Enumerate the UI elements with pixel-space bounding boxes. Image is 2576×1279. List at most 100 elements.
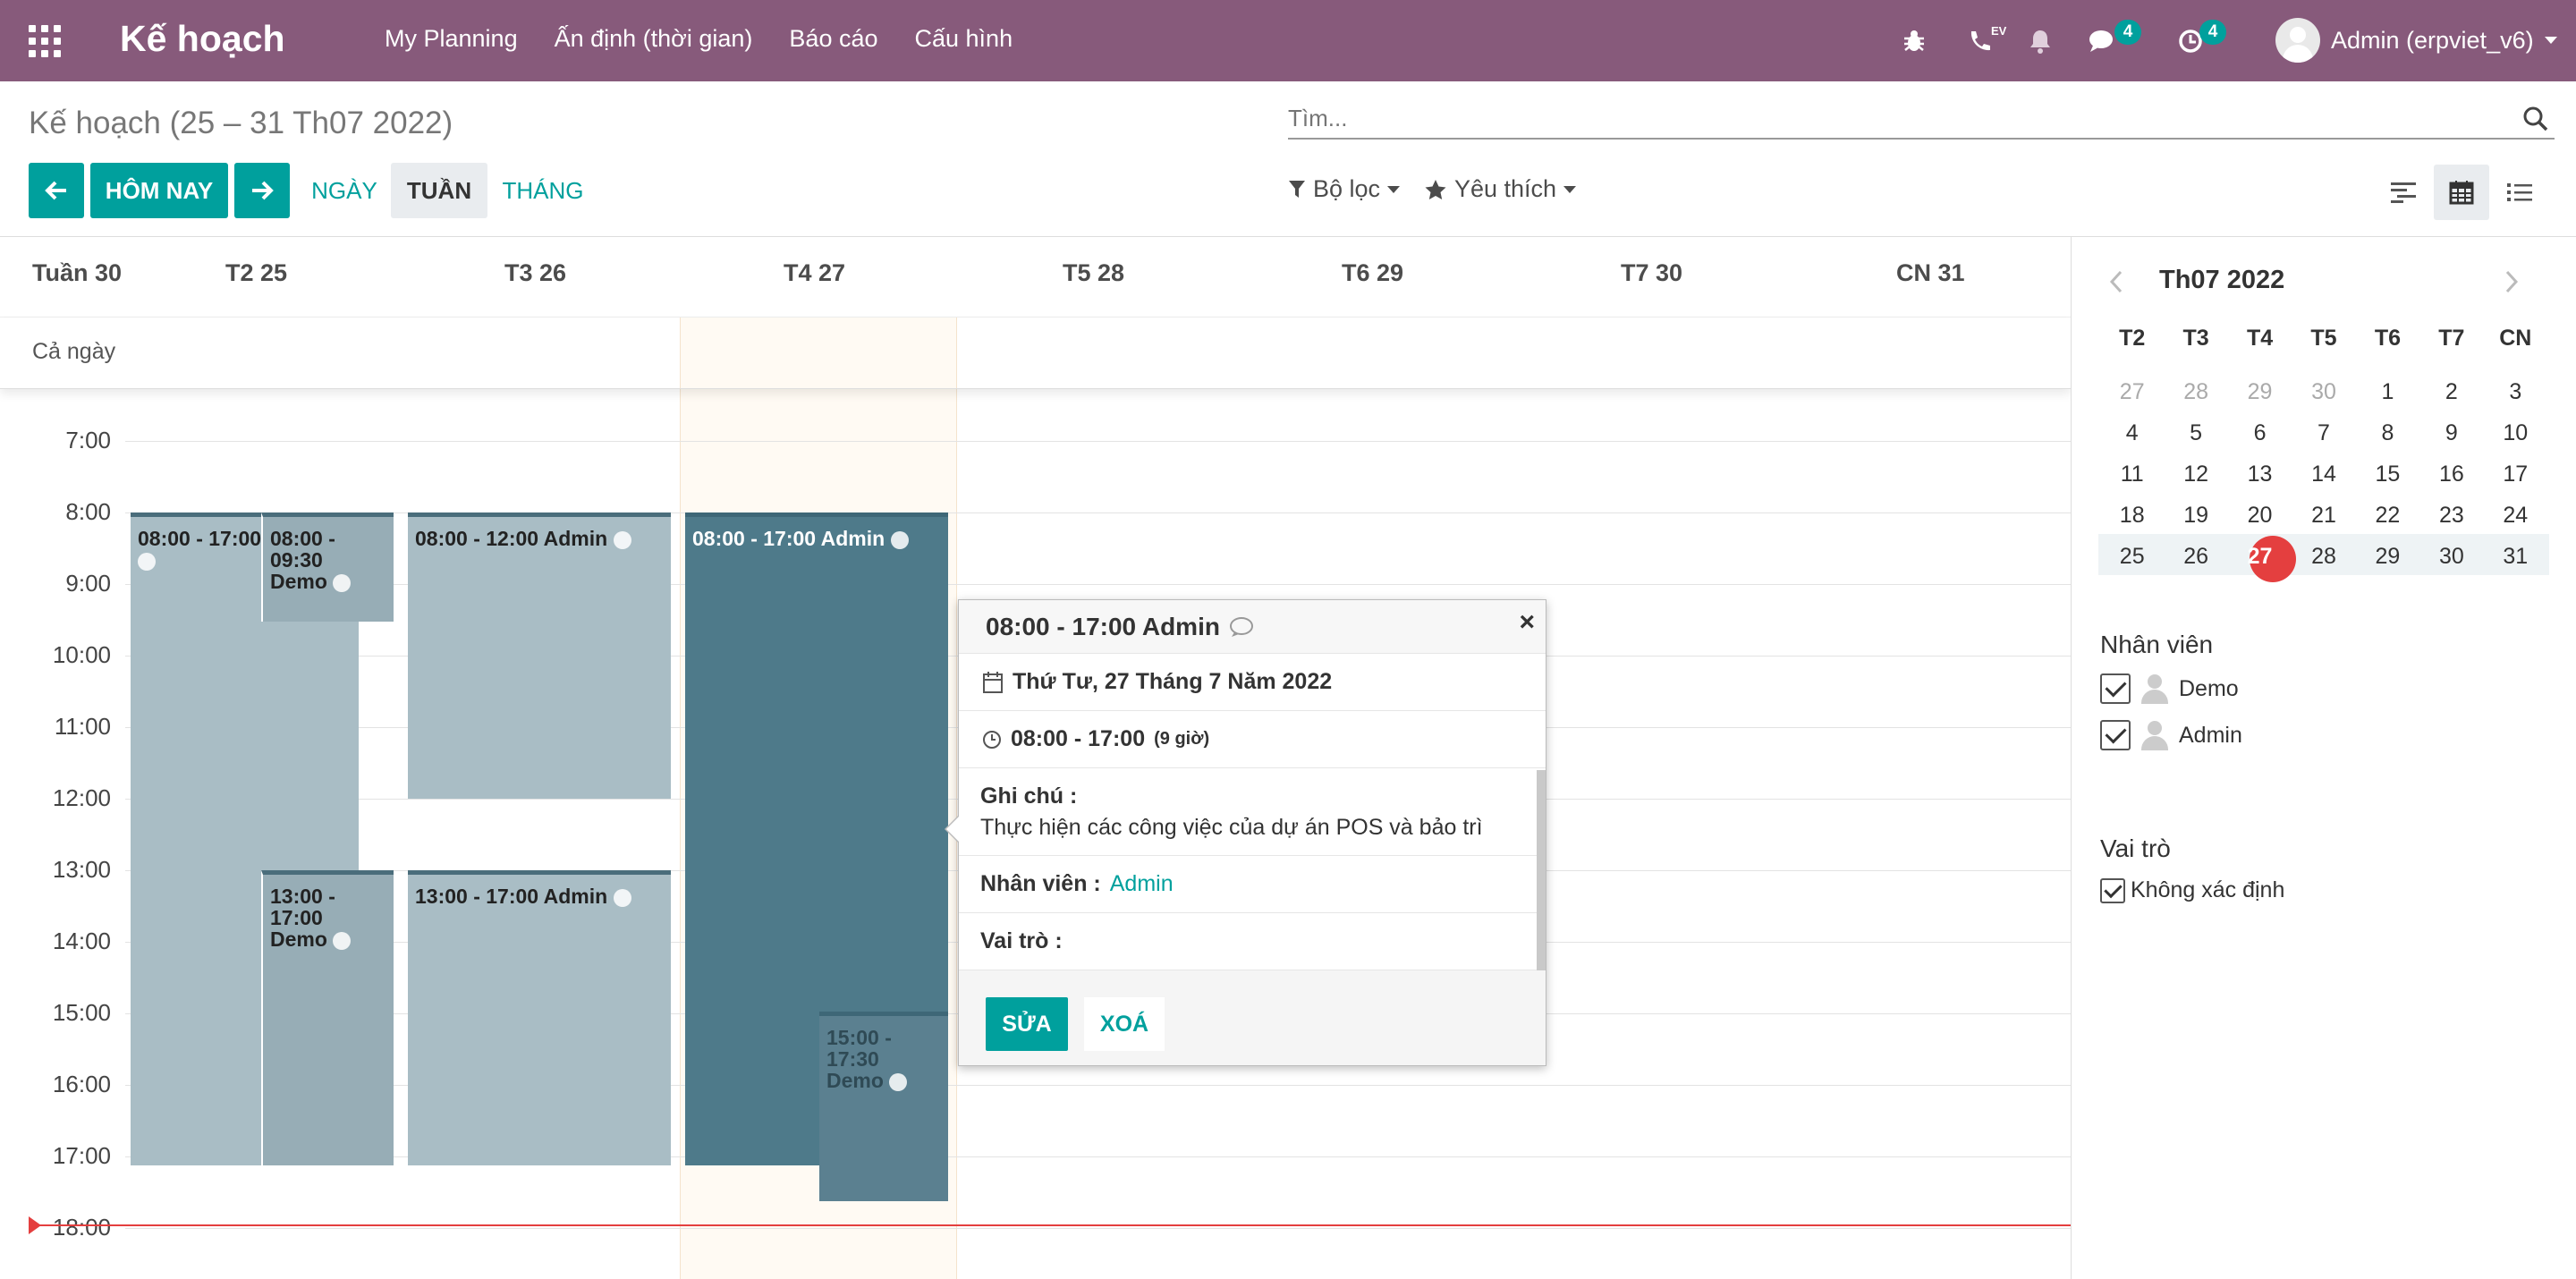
popover-employee-link[interactable]: Admin	[1110, 871, 1174, 897]
day-header-mon[interactable]: T2 25	[225, 259, 287, 287]
popover-employee-label: Nhân viên :	[980, 871, 1101, 896]
mini-day[interactable]: 13	[2228, 453, 2292, 495]
day-header-thu[interactable]: T5 28	[1063, 259, 1124, 287]
view-list-button[interactable]	[2492, 165, 2547, 220]
employee-filter-demo[interactable]: Demo	[2100, 673, 2239, 704]
mini-day[interactable]: 31	[2484, 536, 2547, 577]
mini-day[interactable]: 1	[2356, 371, 2419, 412]
activity-clock-icon[interactable]	[2177, 0, 2204, 81]
arrow-left-icon	[45, 181, 66, 200]
voip-phone-icon[interactable]: EV	[1966, 0, 2006, 81]
event-mon-demo-am[interactable]: 08:00 - 09:30 Demo	[261, 512, 394, 622]
filter-dropdown[interactable]: Bộ lọc	[1288, 175, 1401, 203]
mini-day[interactable]: 22	[2356, 495, 2419, 536]
day-header-fri[interactable]: T6 29	[1342, 259, 1403, 287]
mini-day[interactable]: 27	[2228, 536, 2292, 577]
mini-weekday: T7	[2438, 326, 2465, 351]
messages-chat-icon[interactable]	[2088, 0, 2118, 81]
day-header-sun[interactable]: CN 31	[1896, 259, 1965, 287]
search-input[interactable]	[1288, 100, 2487, 136]
mini-day[interactable]: 17	[2484, 453, 2547, 495]
debug-bug-icon[interactable]	[1901, 0, 1928, 81]
popover-scrollbar[interactable]	[1537, 770, 1546, 980]
mini-day[interactable]: 30	[2419, 536, 2483, 577]
week-number: Tuần 30	[32, 259, 123, 286]
mini-day[interactable]: 12	[2164, 453, 2227, 495]
mini-day[interactable]: 2	[2419, 371, 2483, 412]
day-header-sat[interactable]: T7 30	[1621, 259, 1682, 287]
previous-button[interactable]	[29, 163, 84, 218]
notification-bell-icon[interactable]	[2027, 0, 2054, 81]
hour-label: 9:00	[65, 570, 111, 597]
mini-day[interactable]: 16	[2419, 453, 2483, 495]
menu-schedule[interactable]: Ấn định (thời gian)	[555, 25, 753, 53]
mini-day[interactable]: 28	[2292, 536, 2355, 577]
event-wed-demo[interactable]: 15:00 - 17:30 Demo	[819, 1012, 948, 1201]
employee-admin-checkbox[interactable]	[2100, 720, 2131, 750]
mini-day[interactable]: 23	[2419, 495, 2483, 536]
mini-day[interactable]: 21	[2292, 495, 2355, 536]
popover-edit-button[interactable]: SỬA	[986, 997, 1068, 1051]
mini-day[interactable]: 29	[2356, 536, 2419, 577]
search-icon[interactable]	[2522, 106, 2549, 132]
mini-day[interactable]: 28	[2164, 371, 2227, 412]
employee-filter-admin[interactable]: Admin	[2100, 720, 2242, 750]
popover-time-row: 08:00 - 17:00 (9 giờ)	[959, 711, 1546, 768]
mini-day[interactable]: 20	[2228, 495, 2292, 536]
user-icon	[2140, 673, 2170, 704]
menu-configuration[interactable]: Cấu hình	[915, 25, 1013, 53]
mini-day[interactable]: 26	[2164, 536, 2227, 577]
event-tue-am[interactable]: 08:00 - 12:00 Admin	[408, 512, 671, 799]
mini-day[interactable]: 14	[2292, 453, 2355, 495]
allday-row[interactable]: Cả ngày	[0, 318, 2071, 389]
menu-reports[interactable]: Báo cáo	[789, 25, 877, 53]
popover-header: 08:00 - 17:00 Admin ×	[959, 600, 1546, 654]
mini-day[interactable]: 8	[2356, 412, 2419, 453]
mini-day[interactable]: 19	[2164, 495, 2227, 536]
view-gantt-button[interactable]	[2376, 165, 2431, 220]
mini-day[interactable]: 7	[2292, 412, 2355, 453]
day-header-tue[interactable]: T3 26	[504, 259, 566, 287]
mini-day[interactable]: 30	[2292, 371, 2355, 412]
scale-day-button[interactable]: NGÀY	[304, 163, 385, 218]
mini-day[interactable]: 24	[2484, 495, 2547, 536]
mini-day[interactable]: 29	[2228, 371, 2292, 412]
today-button[interactable]: HÔM NAY	[90, 163, 228, 218]
mini-day[interactable]: 25	[2100, 536, 2164, 577]
mini-day[interactable]: 15	[2356, 453, 2419, 495]
menu-my-planning[interactable]: My Planning	[385, 25, 518, 53]
chat-icon	[890, 530, 909, 549]
popover-note-label: Ghi chú :	[980, 783, 1078, 809]
mini-day[interactable]: 6	[2228, 412, 2292, 453]
mini-day[interactable]: 18	[2100, 495, 2164, 536]
favorite-dropdown[interactable]: Yêu thích	[1424, 175, 1577, 203]
event-mon-demo-am-name: Demo	[270, 570, 327, 593]
popover-close-button[interactable]: ×	[1519, 607, 1535, 638]
view-calendar-button[interactable]	[2434, 165, 2489, 220]
event-mon-demo-pm[interactable]: 13:00 - 17:00 Demo	[261, 870, 394, 1165]
mini-day[interactable]: 10	[2484, 412, 2547, 453]
employee-demo-checkbox[interactable]	[2100, 673, 2131, 704]
role-filter-undefined[interactable]: Không xác định	[2100, 877, 2284, 903]
scale-month-button[interactable]: THÁNG	[494, 163, 592, 218]
mini-day[interactable]: 27	[2100, 371, 2164, 412]
scale-week-button[interactable]: TUẦN	[391, 163, 487, 218]
chevron-right-icon[interactable]	[2503, 269, 2521, 294]
popover-delete-button[interactable]: XOÁ	[1084, 997, 1165, 1051]
chevron-left-icon[interactable]	[2107, 269, 2125, 294]
apps-menu-icon[interactable]	[29, 25, 61, 57]
mini-day[interactable]: 5	[2164, 412, 2227, 453]
user-menu[interactable]: Admin (erpviet_v6)	[2275, 18, 2557, 63]
mini-day[interactable]: 11	[2100, 453, 2164, 495]
hour-label: 14:00	[52, 927, 111, 954]
next-button[interactable]	[234, 163, 290, 218]
app-brand[interactable]: Kế hoạch	[120, 18, 285, 60]
role-undefined-checkbox[interactable]	[2100, 877, 2125, 903]
day-header-wed[interactable]: T4 27	[784, 259, 845, 287]
calendar-icon	[983, 671, 1003, 693]
event-wed-admin-title: 08:00 - 17:00 Admin	[692, 527, 886, 550]
mini-day[interactable]: 3	[2484, 371, 2547, 412]
mini-day[interactable]: 9	[2419, 412, 2483, 453]
mini-day[interactable]: 4	[2100, 412, 2164, 453]
event-tue-pm[interactable]: 13:00 - 17:00 Admin	[408, 870, 671, 1165]
